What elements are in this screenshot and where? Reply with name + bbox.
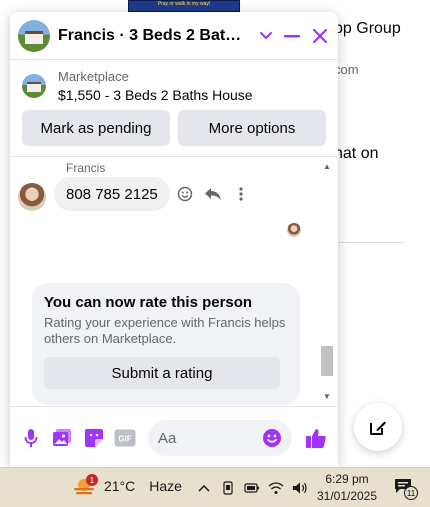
react-emoji-icon[interactable] (176, 183, 194, 205)
chat-title[interactable]: Francis · 3 Beds 2 Baths H... (58, 27, 250, 45)
listing-source: Marketplace (58, 69, 129, 84)
new-message-button[interactable] (354, 403, 402, 451)
notification-center[interactable]: 11 (394, 478, 418, 500)
photo-icon[interactable] (51, 427, 73, 449)
system-clock[interactable]: 6:29 pm 31/01/2025 (314, 471, 380, 505)
weather-badge: 1 (86, 474, 98, 486)
sender-name: Francis (66, 161, 106, 175)
rating-title: You can now rate this person (44, 294, 253, 311)
mark-as-pending-button[interactable]: Mark as pending (22, 110, 170, 146)
minimize-icon[interactable] (280, 24, 304, 48)
haze-weather-icon: 1 (72, 474, 98, 496)
message-bubble[interactable]: 808 785 2125 (54, 177, 170, 211)
close-icon[interactable] (308, 24, 332, 48)
emoji-icon[interactable] (262, 428, 282, 448)
message-composer: GIF Aa (10, 406, 338, 468)
listing-thumbnail (22, 74, 46, 98)
like-icon[interactable] (304, 427, 328, 449)
chat-header[interactable]: Francis · 3 Beds 2 Baths H... (10, 12, 338, 60)
clock-date: 31/01/2025 (316, 489, 378, 503)
rating-card: You can now rate this person Rating your… (32, 283, 300, 405)
temperature: 21°C (104, 478, 136, 494)
wifi-icon[interactable] (268, 480, 284, 496)
listing-info[interactable]: Marketplace $1,550 - 3 Beds 2 Baths Hous… (10, 64, 338, 108)
weather-widget[interactable]: 1 21°C Haze (72, 474, 182, 496)
message-input[interactable]: Aa (148, 420, 292, 456)
message-input-placeholder: Aa (158, 429, 177, 447)
clock-time: 6:29 pm (325, 472, 369, 486)
chat-window: Francis · 3 Beds 2 Baths H... Marketplac… (10, 12, 338, 468)
scroll-thumb[interactable] (321, 346, 333, 376)
compose-icon (370, 421, 386, 435)
reply-icon[interactable] (204, 183, 222, 205)
gif-label: GIF (118, 435, 131, 444)
more-options-button[interactable]: More options (178, 110, 326, 146)
device-icon[interactable] (220, 480, 236, 496)
notification-count: 11 (404, 486, 418, 500)
chevron-down-icon[interactable] (254, 24, 278, 48)
message-thread: Francis 808 785 2125 You can now rate th… (10, 156, 338, 406)
read-receipt-avatar (287, 223, 301, 237)
background-text-chat: hat on (334, 145, 379, 162)
listing-name: $1,550 - 3 Beds 2 Baths House (58, 87, 253, 103)
rating-description: Rating your experience with Francis help… (44, 315, 286, 346)
scroll-up-icon[interactable]: ▲ (323, 162, 331, 171)
taskbar: 1 21°C Haze 6:29 pm 31/01/2025 11 (0, 467, 430, 507)
thread-scrollbar[interactable]: ▲ ▼ (320, 160, 334, 404)
banner-text: Pray or walk in my way! (157, 1, 211, 7)
top-banner-image: Pray or walk in my way! (128, 0, 240, 12)
weather-condition: Haze (149, 478, 182, 494)
submit-rating-button[interactable]: Submit a rating (44, 357, 280, 389)
scroll-down-icon[interactable]: ▼ (323, 392, 331, 401)
background-text-group: pp Group (334, 20, 401, 37)
sender-avatar[interactable] (18, 183, 46, 211)
listing-panel: Marketplace $1,550 - 3 Beds 2 Baths Hous… (10, 64, 338, 156)
more-vertical-icon[interactable] (232, 183, 250, 205)
background-divider (334, 242, 404, 243)
sticker-icon[interactable] (83, 427, 105, 449)
microphone-icon[interactable] (20, 427, 42, 449)
listing-avatar[interactable] (18, 19, 50, 52)
speaker-icon[interactable] (292, 480, 308, 496)
gif-icon[interactable]: GIF (114, 427, 136, 449)
chevron-up-icon[interactable] (196, 480, 212, 496)
battery-icon[interactable] (244, 480, 260, 496)
